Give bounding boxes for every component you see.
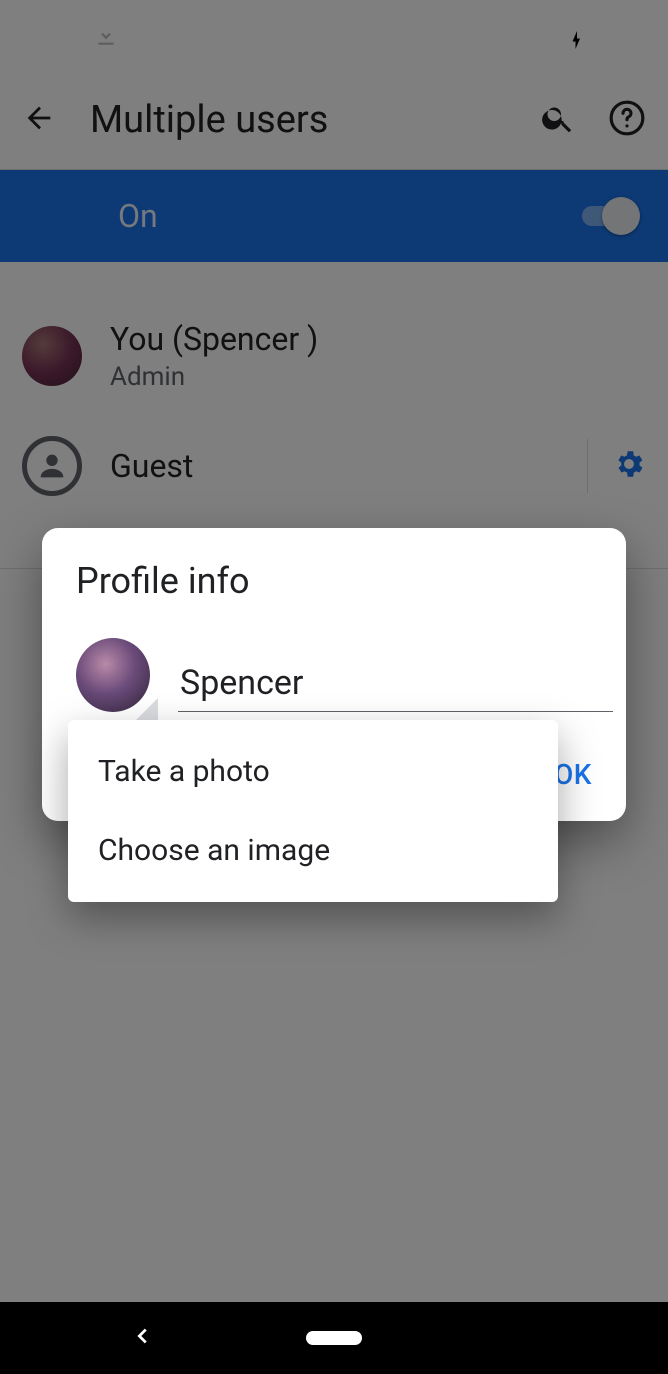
- menu-item-take-photo[interactable]: Take a photo: [68, 732, 558, 811]
- ok-button[interactable]: OK: [554, 758, 592, 791]
- edit-avatar-button[interactable]: [76, 638, 150, 712]
- photo-source-menu: Take a photo Choose an image: [68, 720, 558, 902]
- home-pill[interactable]: [306, 1331, 362, 1345]
- dialog-title: Profile info: [76, 560, 592, 602]
- menu-item-choose-image[interactable]: Choose an image: [68, 811, 558, 890]
- system-navbar: [0, 1302, 668, 1374]
- nav-back-icon[interactable]: [132, 1325, 154, 1351]
- edit-corner-icon: [136, 698, 158, 720]
- profile-name-input[interactable]: [178, 657, 613, 712]
